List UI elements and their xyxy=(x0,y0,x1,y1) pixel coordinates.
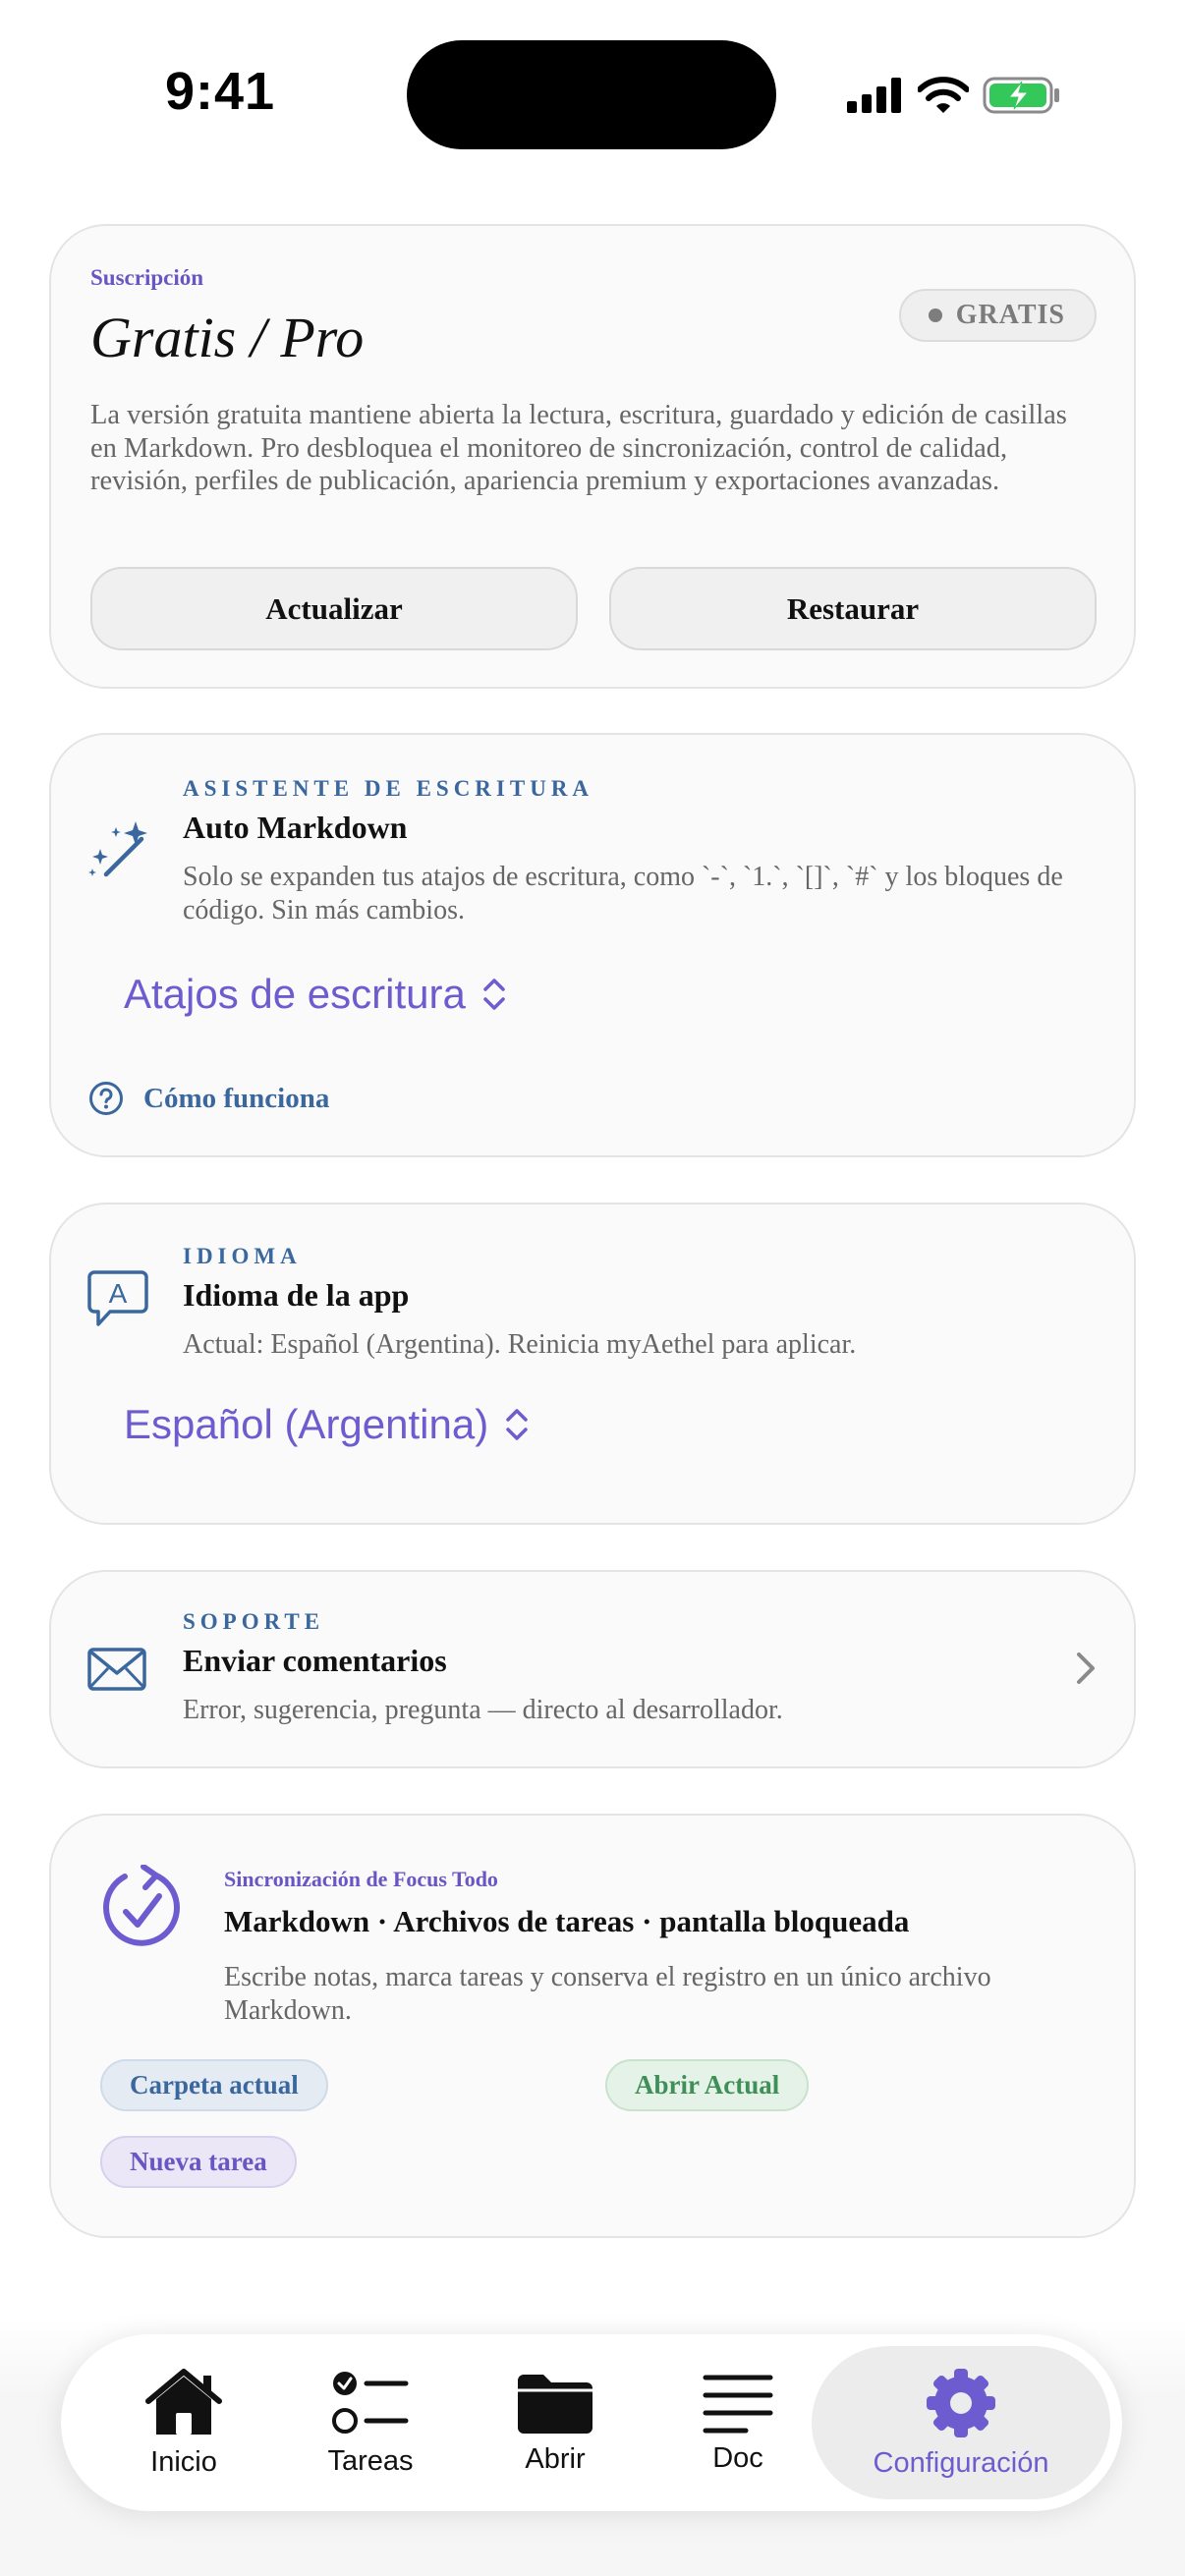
tab-home[interactable]: Inicio xyxy=(120,2334,248,2511)
tab-home-label: Inicio xyxy=(150,2445,217,2478)
subscription-overline: Suscripción xyxy=(90,265,204,290)
sync-overline: Sincronización de Focus Todo xyxy=(224,1867,498,1891)
status-dot-icon xyxy=(928,308,942,322)
chevron-right-icon xyxy=(1077,1652,1095,1684)
gear-icon xyxy=(927,2368,995,2437)
writing-assistant-card: ASISTENTE DE ESCRITURA Auto Markdown Sol… xyxy=(49,733,1136,1157)
current-folder-chip[interactable]: Carpeta actual xyxy=(100,2059,328,2111)
checklist-icon xyxy=(332,2371,409,2434)
lines-icon xyxy=(703,2375,773,2433)
restore-purchases-button[interactable]: Restaurar xyxy=(609,567,1097,650)
language-picker[interactable]: Español (Argentina) xyxy=(124,1401,530,1448)
house-icon xyxy=(145,2368,222,2435)
tab-tasks-label: Tareas xyxy=(327,2444,414,2477)
dynamic-island xyxy=(407,40,776,149)
support-description: Error, sugerencia, pregunta — directo al… xyxy=(183,1695,783,1725)
support-overline: SOPORTE xyxy=(183,1609,325,1634)
plan-status-label: GRATIS xyxy=(955,300,1065,330)
subscription-card: Suscripción Gratis / Pro GRATIS La versi… xyxy=(49,224,1136,689)
status-icons xyxy=(847,69,1061,122)
chevron-up-down-icon xyxy=(483,979,505,1010)
tab-bar: Inicio Tareas Abrir Doc Configuración xyxy=(61,2334,1122,2511)
tab-doc[interactable]: Doc xyxy=(674,2334,802,2511)
tab-doc-label: Doc xyxy=(712,2441,763,2474)
folder-icon xyxy=(518,2374,592,2434)
focus-todo-sync-card: Sincronización de Focus Todo Markdown · … xyxy=(49,1814,1136,2238)
magic-wand-icon xyxy=(88,821,147,877)
writing-assistant-title: Auto Markdown xyxy=(183,810,408,845)
upgrade-button[interactable]: Actualizar xyxy=(90,567,578,650)
language-overline: IDIOMA xyxy=(183,1244,302,1268)
support-title: Enviar comentarios xyxy=(183,1643,447,1678)
plan-status-badge: GRATIS xyxy=(898,289,1097,342)
tab-settings[interactable]: Configuración xyxy=(812,2346,1110,2499)
subscription-description: La versión gratuita mantiene abierta la … xyxy=(90,400,1067,496)
writing-assistant-overline: ASISTENTE DE ESCRITURA xyxy=(183,776,594,801)
tab-open[interactable]: Abrir xyxy=(491,2334,619,2511)
status-time: 9:41 xyxy=(165,62,276,121)
how-it-works-label: Cómo funciona xyxy=(143,1082,330,1114)
writing-assistant-description: Solo se expanden tus atajos de escritura… xyxy=(183,862,1063,925)
new-task-chip[interactable]: Nueva tarea xyxy=(100,2136,297,2188)
language-card: A IDIOMA Idioma de la app Actual: Españo… xyxy=(49,1203,1136,1525)
language-bubble-icon: A xyxy=(87,1270,148,1326)
language-description: Actual: Español (Argentina). Reinicia my… xyxy=(183,1329,857,1360)
cellular-signal-icon xyxy=(847,78,901,113)
wifi-icon xyxy=(918,77,969,113)
tab-open-label: Abrir xyxy=(525,2442,586,2475)
writing-shortcuts-picker-value: Atajos de escritura xyxy=(124,971,466,1017)
svg-text:A: A xyxy=(109,1278,128,1309)
send-feedback-row[interactable]: SOPORTE Enviar comentarios Error, sugere… xyxy=(49,1570,1136,1768)
language-title: Idioma de la app xyxy=(183,1277,410,1313)
open-current-chip[interactable]: Abrir Actual xyxy=(605,2059,810,2111)
writing-shortcuts-picker[interactable]: Atajos de escritura xyxy=(124,971,507,1018)
language-picker-value: Español (Argentina) xyxy=(124,1401,489,1447)
status-bar: 9:41 xyxy=(0,0,1185,187)
tab-settings-label: Configuración xyxy=(873,2446,1049,2479)
subscription-title: Gratis / Pro xyxy=(90,306,365,369)
battery-charging-icon xyxy=(983,77,1059,114)
chevron-up-down-icon xyxy=(506,1409,528,1440)
envelope-icon xyxy=(87,1648,146,1691)
tab-tasks[interactable]: Tareas xyxy=(307,2334,434,2511)
how-it-works-link[interactable]: Cómo funciona xyxy=(88,1081,329,1116)
question-circle-icon xyxy=(89,1082,123,1115)
sync-title: Markdown · Archivos de tareas · pantalla… xyxy=(224,1904,910,1938)
sync-description: Escribe notas, marca tareas y conserva e… xyxy=(224,1962,991,2026)
sync-check-icon xyxy=(103,1865,180,1946)
